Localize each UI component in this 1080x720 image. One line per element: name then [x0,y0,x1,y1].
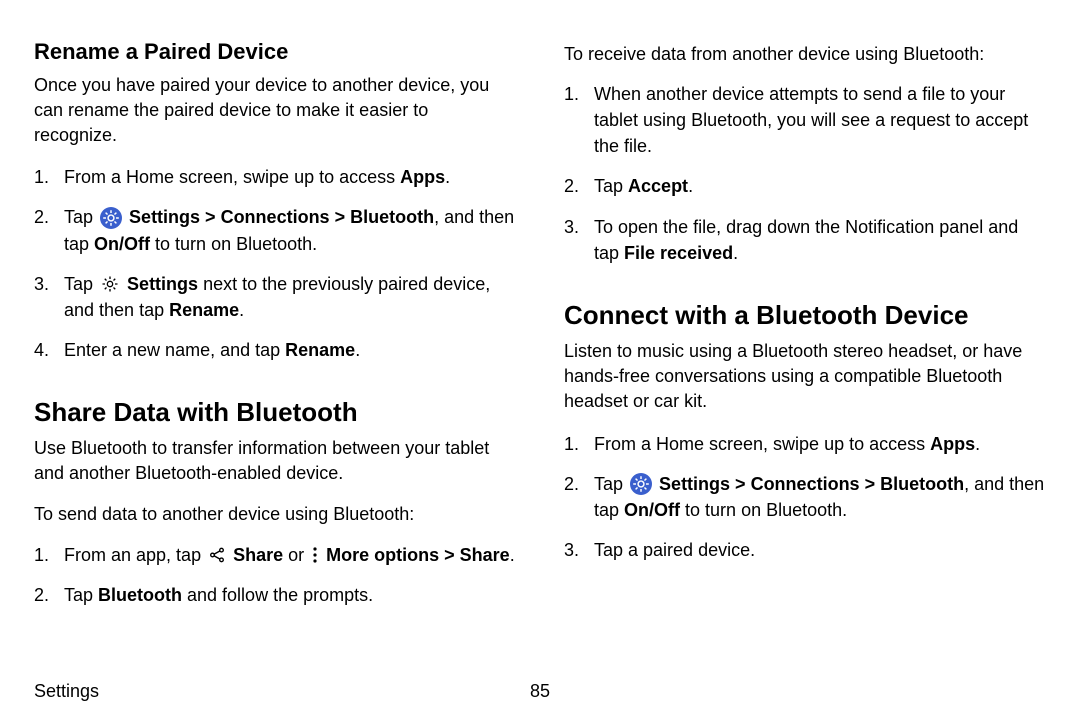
more-options-icon [311,546,319,564]
receive-lead: To receive data from another device usin… [564,42,1046,67]
rename-step-3: Tap Settings next to the previously pair… [34,271,516,323]
rename-steps: From a Home screen, swipe up to access A… [34,164,516,363]
connect-step-1: From a Home screen, swipe up to access A… [564,431,1046,457]
rename-intro: Once you have paired your device to anot… [34,73,516,149]
page-content: Rename a Paired Device Once you have pai… [0,0,1080,622]
settings-gear-outline-icon [100,274,120,294]
send-step-2: Tap Bluetooth and follow the prompts. [34,582,516,608]
right-column: To receive data from another device usin… [564,38,1046,622]
footer-section-label: Settings [34,681,99,701]
connect-step-2: Tap Settings > Connections > Bluetooth, … [564,471,1046,523]
settings-gear-blue-icon [100,207,122,229]
heading-connect: Connect with a Bluetooth Device [564,300,1046,331]
connect-steps: From a Home screen, swipe up to access A… [564,431,1046,564]
heading-rename: Rename a Paired Device [34,38,516,67]
connect-intro: Listen to music using a Bluetooth stereo… [564,339,1046,415]
settings-gear-blue-icon [630,473,652,495]
rename-step-4: Enter a new name, and tap Rename. [34,337,516,363]
heading-share: Share Data with Bluetooth [34,397,516,428]
send-step-1: From an app, tap Share or More options >… [34,542,516,568]
page-footer: Settings 85 [34,681,1046,702]
send-lead: To send data to another device using Blu… [34,502,516,527]
rename-step-1: From a Home screen, swipe up to access A… [34,164,516,190]
share-intro: Use Bluetooth to transfer information be… [34,436,516,486]
share-icon [208,546,226,564]
receive-step-3: To open the file, drag down the Notifica… [564,214,1046,266]
receive-steps: When another device attempts to send a f… [564,81,1046,266]
footer-page-number: 85 [530,681,550,702]
send-steps: From an app, tap Share or More options >… [34,542,516,608]
receive-step-2: Tap Accept. [564,173,1046,199]
left-column: Rename a Paired Device Once you have pai… [34,38,516,622]
receive-step-1: When another device attempts to send a f… [564,81,1046,159]
connect-step-3: Tap a paired device. [564,537,1046,563]
rename-step-2: Tap Settings > Connections > Bluetooth, … [34,204,516,256]
